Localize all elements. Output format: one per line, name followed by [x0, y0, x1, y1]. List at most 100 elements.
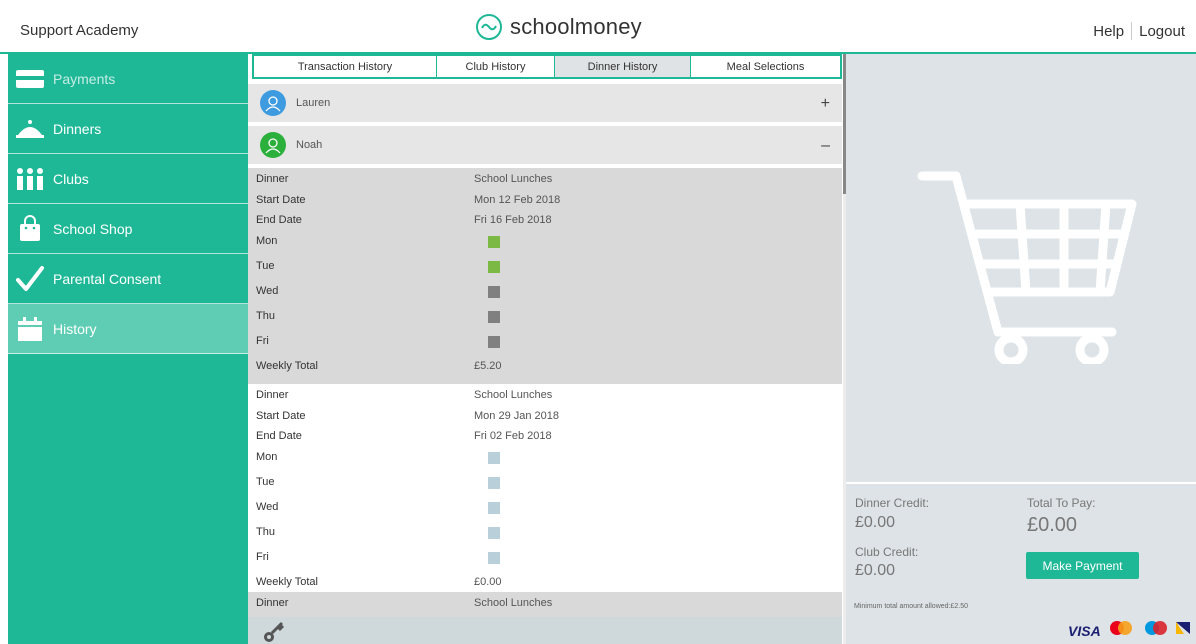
- visa-logo: VISA: [1068, 622, 1101, 639]
- checkmark-icon: [8, 254, 52, 304]
- child-row-noah[interactable]: Noah –: [248, 126, 842, 166]
- total-to-pay-label: Total To Pay:: [1027, 496, 1096, 510]
- day-label: Wed: [256, 501, 279, 513]
- logout-link[interactable]: Logout: [1132, 23, 1192, 40]
- make-payment-button[interactable]: Make Payment: [1026, 552, 1139, 579]
- field-label: Dinner: [256, 597, 289, 609]
- tab-club-history[interactable]: Club History: [437, 56, 555, 77]
- field-value: School Lunches: [474, 597, 553, 609]
- total-to-pay-value: £0.00: [1027, 514, 1078, 536]
- day-label: Tue: [256, 260, 275, 272]
- field-value: School Lunches: [474, 389, 553, 401]
- field-label: End Date: [256, 214, 302, 226]
- child-name: Lauren: [296, 97, 331, 109]
- child-row-lauren[interactable]: Lauren +: [248, 84, 842, 124]
- card-icon: [8, 54, 52, 104]
- field-value: Mon 12 Feb 2018: [474, 194, 561, 206]
- day-selection-indicator: [488, 452, 500, 464]
- top-links: Help Logout: [1086, 22, 1192, 40]
- child-name: Noah: [296, 139, 323, 151]
- expand-icon[interactable]: +: [821, 95, 830, 113]
- cloche-icon: [8, 104, 52, 154]
- field-value: Fri 16 Feb 2018: [474, 214, 552, 226]
- shopping-bag-icon: [8, 204, 52, 254]
- field-label: End Date: [256, 430, 302, 442]
- field-label: Weekly Total: [256, 360, 318, 372]
- sidebar-item-label: Payments: [53, 70, 116, 87]
- field-value: Mon 29 Jan 2018: [474, 410, 560, 422]
- help-link[interactable]: Help: [1086, 23, 1131, 40]
- brand[interactable]: schoolmoney: [476, 12, 642, 42]
- payment-card-logos: VISA: [1068, 620, 1190, 641]
- footer-strip: [248, 617, 842, 644]
- field-label: Start Date: [256, 410, 306, 422]
- field-label: Dinner: [256, 173, 289, 185]
- tab-dinner-history[interactable]: Dinner History: [555, 56, 691, 77]
- mastercard-logo-icon: [1106, 620, 1136, 641]
- history-panel: Transaction History Club History Dinner …: [248, 54, 846, 644]
- brand-name: schoolmoney: [510, 14, 642, 39]
- shopping-cart-icon: [916, 164, 1138, 369]
- minimum-amount-note: Minimum total amount allowed:£2.50: [854, 603, 969, 610]
- day-label: Fri: [256, 335, 269, 347]
- sidebar-item-label: Parental Consent: [53, 270, 162, 287]
- day-selection-indicator: [488, 527, 500, 539]
- field-value: £0.00: [474, 576, 502, 588]
- dinner-credit-value: £0.00: [855, 514, 896, 531]
- people-icon: [8, 154, 52, 204]
- sidebar-item-clubs[interactable]: Clubs: [8, 154, 248, 204]
- day-label: Mon: [256, 235, 278, 247]
- sidebar-item-label: Clubs: [53, 170, 89, 187]
- field-label: Dinner: [256, 389, 289, 401]
- sidebar-item-school-shop[interactable]: School Shop: [8, 204, 248, 254]
- club-credit-label: Club Credit:: [855, 545, 919, 559]
- field-label: Start Date: [256, 194, 306, 206]
- field-value: Fri 02 Feb 2018: [474, 430, 552, 442]
- sidebar-item-label: School Shop: [53, 220, 133, 237]
- field-label: Weekly Total: [256, 576, 318, 588]
- sidebar-item-history[interactable]: History: [8, 304, 248, 354]
- field-value: School Lunches: [474, 173, 553, 185]
- sidebar-item-label: History: [53, 320, 97, 337]
- avatar: [260, 132, 286, 158]
- dinner-record: Dinner School Lunches Start Date Mon 12 …: [248, 168, 842, 384]
- card-logo-icon: [1175, 620, 1190, 641]
- day-selection-indicator: [488, 261, 500, 273]
- day-selection-indicator: [488, 552, 500, 564]
- history-tabs: Transaction History Club History Dinner …: [252, 54, 842, 79]
- avatar: [260, 90, 286, 116]
- dinner-credit-label: Dinner Credit:: [855, 496, 930, 510]
- field-value: £5.20: [474, 360, 502, 372]
- day-selection-indicator: [488, 286, 500, 298]
- day-label: Thu: [256, 310, 275, 322]
- day-selection-indicator: [488, 502, 500, 514]
- day-selection-indicator: [488, 236, 500, 248]
- sidebar: Payments Dinners Clubs School Shop Paren…: [8, 54, 248, 644]
- payment-summary: Dinner Credit: £0.00 Club Credit: £0.00 …: [846, 482, 1196, 644]
- club-credit-value: £0.00: [855, 562, 896, 579]
- day-label: Mon: [256, 451, 278, 463]
- day-label: Thu: [256, 526, 275, 538]
- collapse-icon[interactable]: –: [821, 137, 830, 155]
- tab-meal-selections[interactable]: Meal Selections: [691, 56, 840, 77]
- sidebar-item-label: Dinners: [53, 120, 102, 137]
- schoolmoney-logo-icon: [476, 14, 502, 40]
- sidebar-item-payments[interactable]: Payments: [8, 54, 248, 104]
- day-label: Fri: [256, 551, 269, 563]
- day-label: Wed: [256, 285, 279, 297]
- school-name: Support Academy: [20, 22, 139, 39]
- basket-panel: Dinner Credit: £0.00 Club Credit: £0.00 …: [846, 54, 1196, 644]
- key-icon[interactable]: [262, 620, 286, 644]
- day-selection-indicator: [488, 311, 500, 323]
- sidebar-item-parental-consent[interactable]: Parental Consent: [8, 254, 248, 304]
- day-selection-indicator: [488, 477, 500, 489]
- dinner-record: Dinner School Lunches: [248, 592, 842, 617]
- dinner-record: Dinner School Lunches Start Date Mon 29 …: [248, 384, 842, 621]
- top-bar: Support Academy schoolmoney Help Logout: [0, 0, 1196, 54]
- day-label: Tue: [256, 476, 275, 488]
- day-selection-indicator: [488, 336, 500, 348]
- calendar-icon: [8, 304, 52, 354]
- sidebar-item-dinners[interactable]: Dinners: [8, 104, 248, 154]
- tab-transaction-history[interactable]: Transaction History: [254, 56, 437, 77]
- maestro-logo-icon: [1141, 620, 1171, 641]
